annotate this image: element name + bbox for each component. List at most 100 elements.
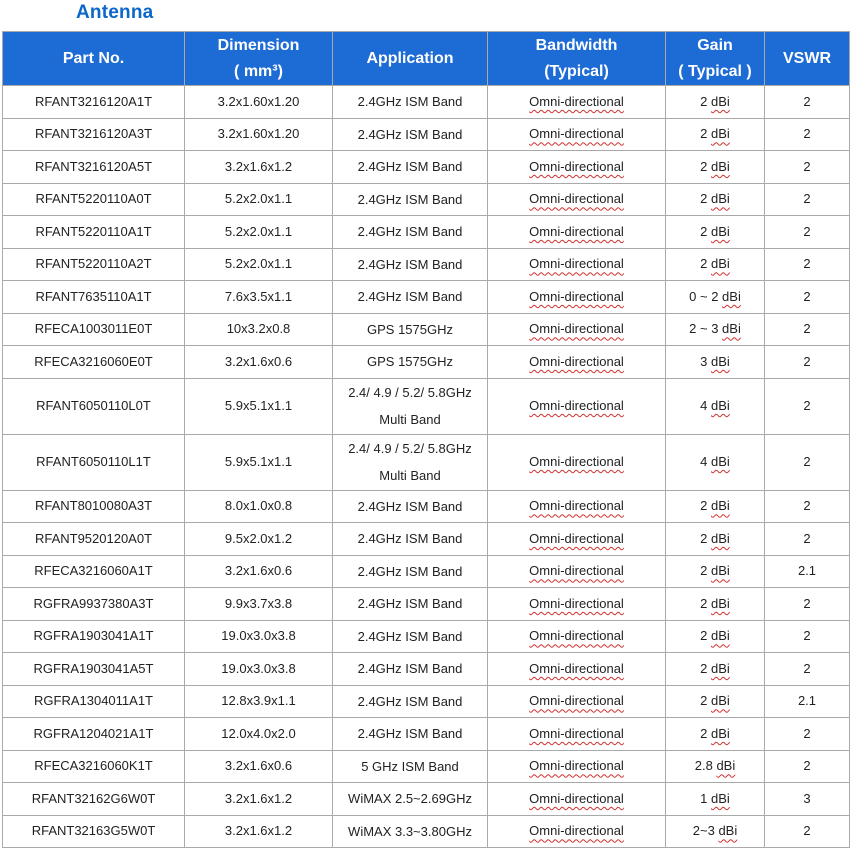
bandwidth-value: Omni-directional [529, 191, 624, 207]
cell-application: 2.4GHz ISM Band [332, 587, 488, 621]
cell-gain: 2 dBi [665, 619, 765, 653]
cell-part-no: RGFRA1304011A1T [2, 684, 185, 718]
cell-part-no: RGFRA1204021A1T [2, 717, 185, 751]
cell-gain: 2 dBi [665, 85, 765, 119]
gain-value: 2 [700, 628, 712, 644]
cell-dimension: 3.2x1.6x0.6 [184, 554, 333, 588]
cell-bandwidth: Omni-directional [487, 587, 666, 621]
cell-part-no: RFANT5220110A2T [2, 247, 185, 281]
gain-value: 2 ~ 3 [689, 321, 723, 337]
gain-unit: dBi [711, 628, 730, 644]
table-header-row: Part No. Dimension ( mm³) Application Ba… [2, 31, 850, 86]
cell-bandwidth: Omni-directional [487, 684, 666, 718]
bandwidth-value: Omni-directional [529, 454, 624, 469]
cell-gain: 2 dBi [665, 182, 765, 216]
cell-bandwidth: Omni-directional [487, 247, 666, 281]
cell-application: 2.4GHz ISM Band [332, 85, 488, 119]
table-row: RFANT6050110L1T 5.9x5.1x1.1 2.4/ 4.9 / 5.2… [2, 433, 850, 491]
cell-vswr: 3 [764, 782, 850, 816]
application-line1: GPS 1575GHz [367, 321, 453, 337]
application-line1: 2.4GHz ISM Band [357, 596, 463, 612]
bandwidth-value: Omni-directional [529, 758, 624, 774]
gain-value: 4 [700, 398, 712, 413]
application-line1: 2.4GHz ISM Band [357, 224, 463, 240]
cell-vswr: 2 [764, 717, 850, 751]
cell-vswr: 2 [764, 433, 850, 491]
table-row: RFECA1003011E0T 10x3.2x0.8 GPS 1575GHz Omni… [2, 312, 850, 346]
cell-dimension: 3.2x1.60x1.20 [184, 117, 333, 151]
bandwidth-value: Omni-directional [529, 93, 624, 109]
cell-bandwidth: Omni-directional [487, 749, 666, 783]
cell-gain: 2 dBi [665, 150, 765, 184]
cell-dimension: 7.6x3.5x1.1 [184, 280, 333, 314]
application-line1: 2.4GHz ISM Band [357, 126, 463, 142]
cell-vswr: 2 [764, 312, 850, 346]
cell-gain: 2 dBi [665, 522, 765, 556]
cell-application: WiMAX 3.3~3.80GHz [332, 814, 488, 848]
cell-vswr: 2.1 [764, 684, 850, 718]
bandwidth-value: Omni-directional [529, 595, 624, 611]
gain-unit: dBi [711, 158, 730, 174]
cell-part-no: RFANT3216120A3T [2, 117, 185, 151]
table-row: RFECA3216060A1T 3.2x1.6x0.6 2.4GHz ISM Ban… [2, 554, 850, 588]
cell-gain: 4 dBi [665, 377, 765, 435]
cell-bandwidth: Omni-directional [487, 312, 666, 346]
cell-part-no: RFECA3216060K1T [2, 749, 185, 783]
gain-unit: dBi [722, 288, 741, 304]
gain-unit: dBi [711, 498, 730, 514]
application-line1: 2.4/ 4.9 / 5.2/ 5.8GHz [348, 441, 472, 456]
table-row: RGFRA1903041A1T 19.0x3.0x3.8 2.4GHz ISM Ba… [2, 619, 850, 653]
table-row: RFANT3216120A5T 3.2x1.6x1.2 2.4GHz ISM Ban… [2, 150, 850, 184]
gain-value: 2 [700, 191, 712, 207]
cell-bandwidth: Omni-directional [487, 652, 666, 686]
cell-part-no: RFANT32163G5W0T [2, 814, 185, 848]
cell-bandwidth: Omni-directional [487, 117, 666, 151]
gain-value: 2 [700, 158, 712, 174]
bandwidth-value: Omni-directional [529, 256, 624, 272]
gain-value: 2 [700, 563, 712, 579]
cell-part-no: RFANT32162G6W0T [2, 782, 185, 816]
cell-part-no: RGFRA9937380A3T [2, 587, 185, 621]
header-dimension-line2: ( mm³) [234, 62, 283, 80]
bandwidth-value: Omni-directional [529, 790, 624, 806]
application-line1: GPS 1575GHz [367, 354, 453, 370]
cell-vswr: 2 [764, 522, 850, 556]
cell-dimension: 5.2x2.0x1.1 [184, 215, 333, 249]
table-row: RFANT5220110A1T 5.2x2.0x1.1 2.4GHz ISM Ban… [2, 215, 850, 249]
cell-bandwidth: Omni-directional [487, 280, 666, 314]
cell-gain: 2 dBi [665, 554, 765, 588]
cell-vswr: 2 [764, 749, 850, 783]
header-vswr: VSWR [764, 31, 850, 86]
cell-vswr: 2 [764, 652, 850, 686]
gain-value: 2 [700, 693, 712, 709]
cell-part-no: RGFRA1903041A5T [2, 652, 185, 686]
application-line1: 2.4GHz ISM Band [357, 661, 463, 677]
cell-vswr: 2 [764, 117, 850, 151]
cell-bandwidth: Omni-directional [487, 150, 666, 184]
cell-application: 2.4/ 4.9 / 5.2/ 5.8GHz Multi Band [332, 377, 488, 435]
cell-application: 5 GHz ISM Band [332, 749, 488, 783]
table-row: RFANT5220110A2T 5.2x2.0x1.1 2.4GHz ISM Ban… [2, 247, 850, 281]
cell-dimension: 8.0x1.0x0.8 [184, 489, 333, 523]
gain-unit: dBi [711, 256, 730, 272]
bandwidth-value: Omni-directional [529, 628, 624, 644]
gain-value: 2 [700, 93, 712, 109]
cell-dimension: 10x3.2x0.8 [184, 312, 333, 346]
cell-gain: 2 dBi [665, 489, 765, 523]
table-row: RFANT32162G6W0T 3.2x1.6x1.2 WiMAX 2.5~2.69… [2, 782, 850, 816]
bandwidth-value: Omni-directional [529, 660, 624, 676]
cell-part-no: RGFRA1903041A1T [2, 619, 185, 653]
table-body: RFANT3216120A1T 3.2x1.60x1.20 2.4GHz ISM B… [2, 85, 850, 848]
cell-bandwidth: Omni-directional [487, 717, 666, 751]
cell-part-no: RFANT3216120A5T [2, 150, 185, 184]
cell-vswr: 2 [764, 215, 850, 249]
cell-dimension: 3.2x1.6x1.2 [184, 150, 333, 184]
cell-application: 2.4GHz ISM Band [332, 489, 488, 523]
application-line1: 2.4GHz ISM Band [357, 563, 463, 579]
cell-bandwidth: Omni-directional [487, 85, 666, 119]
antenna-spec-table: Part No. Dimension ( mm³) Application Ba… [2, 31, 850, 848]
cell-application: 2.4/ 4.9 / 5.2/ 5.8GHz Multi Band [332, 433, 488, 491]
gain-unit: dBi [711, 93, 730, 109]
cell-part-no: RFANT8010080A3T [2, 489, 185, 523]
application-line1: 2.4/ 4.9 / 5.2/ 5.8GHz [348, 385, 472, 400]
